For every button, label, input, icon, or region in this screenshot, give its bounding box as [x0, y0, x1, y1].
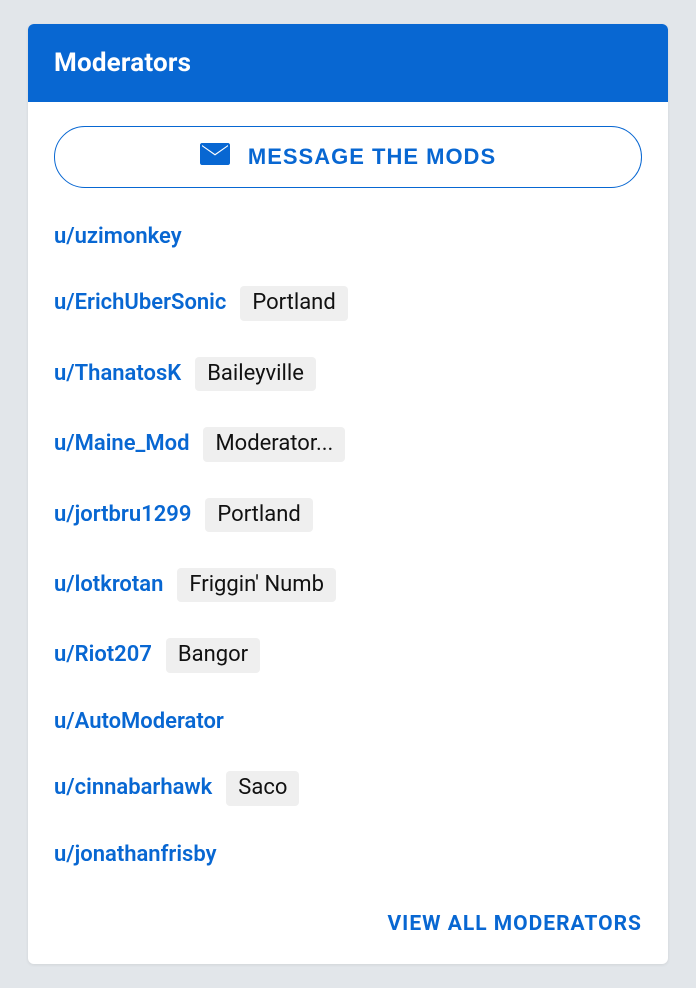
- moderator-item: u/uzimonkey: [54, 224, 642, 250]
- moderator-flair: Baileyville: [195, 357, 316, 391]
- moderators-card: Moderators MESSAGE THE MODS u/uzimonkeyu…: [28, 24, 668, 964]
- moderator-item: u/ErichUberSonic Portland: [54, 286, 642, 320]
- view-all-label: VIEW ALL MODERATORS: [387, 912, 642, 936]
- card-title: Moderators: [54, 48, 191, 78]
- moderator-username-link[interactable]: u/ErichUberSonic: [54, 290, 226, 316]
- moderator-username-link[interactable]: u/uzimonkey: [54, 224, 182, 250]
- moderator-item: u/cinnabarhawk Saco: [54, 771, 642, 805]
- moderator-item: u/Riot207 Bangor: [54, 638, 642, 672]
- moderator-username-link[interactable]: u/jonathanfrisby: [54, 842, 217, 868]
- card-body: MESSAGE THE MODS u/uzimonkey u/ErichUberS…: [28, 102, 668, 964]
- moderator-flair: Friggin' Numb: [177, 568, 336, 602]
- moderator-item: u/ThanatosK Baileyville: [54, 357, 642, 391]
- message-mods-button[interactable]: MESSAGE THE MODS: [54, 126, 642, 188]
- moderator-item: u/jonathanfrisby: [54, 842, 642, 868]
- moderator-flair: Bangor: [166, 638, 260, 672]
- moderator-username-link[interactable]: u/cinnabarhawk: [54, 775, 212, 801]
- moderator-username-link[interactable]: u/lotkrotan: [54, 572, 163, 598]
- moderator-flair: Portland: [240, 286, 347, 320]
- moderator-list: u/uzimonkey u/ErichUberSonic Portland u/Tha…: [54, 224, 642, 868]
- moderator-username-link[interactable]: u/Maine_Mod: [54, 431, 189, 457]
- moderator-username-link[interactable]: u/jortbru1299: [54, 502, 191, 528]
- moderator-username-link[interactable]: u/Riot207: [54, 642, 152, 668]
- moderator-flair: Saco: [226, 771, 299, 805]
- moderator-username-link[interactable]: u/AutoModerator: [54, 709, 224, 735]
- message-mods-label: MESSAGE THE MODS: [248, 144, 496, 170]
- moderator-item: u/lotkrotan Friggin' Numb: [54, 568, 642, 602]
- moderator-flair: Portland: [205, 498, 312, 532]
- moderator-item: u/Maine_Mod Moderator...: [54, 427, 642, 461]
- moderator-item: u/jortbru1299 Portland: [54, 498, 642, 532]
- view-all-moderators-link[interactable]: VIEW ALL MODERATORS: [54, 882, 642, 936]
- moderator-flair: Moderator...: [203, 427, 345, 461]
- moderator-username-link[interactable]: u/ThanatosK: [54, 361, 181, 387]
- moderator-item: u/AutoModerator: [54, 709, 642, 735]
- card-header: Moderators: [28, 24, 668, 102]
- envelope-icon: [200, 143, 230, 171]
